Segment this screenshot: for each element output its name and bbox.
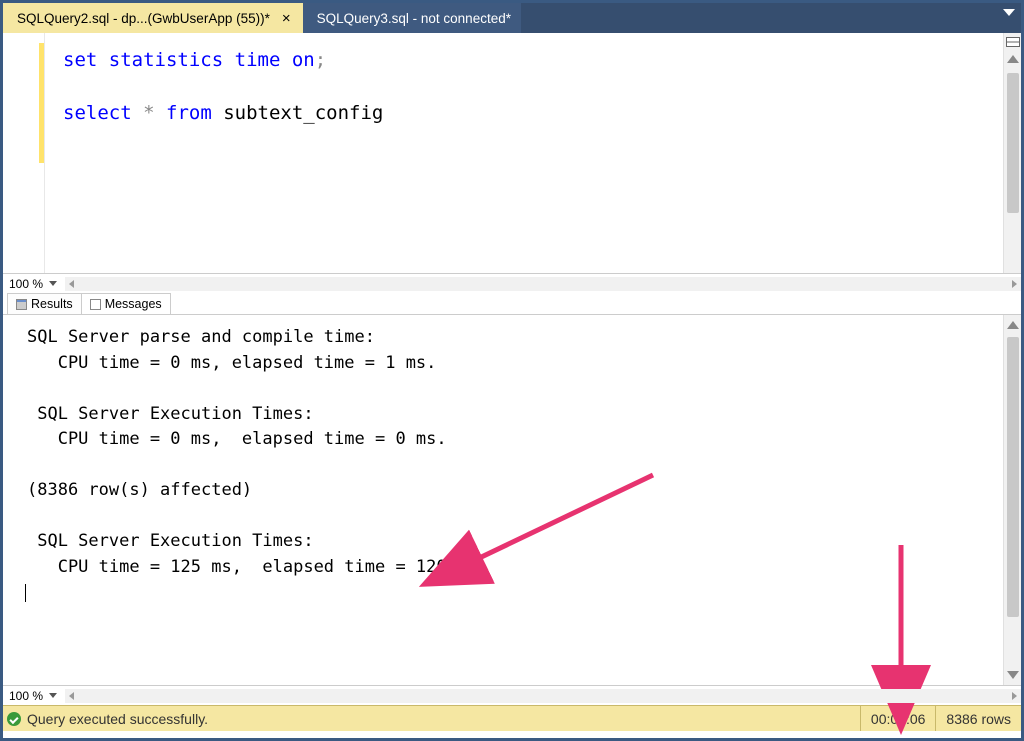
status-elapsed: 00:00:06 [860, 706, 936, 731]
messages-output[interactable]: SQL Server parse and compile time: CPU t… [3, 315, 1003, 685]
scroll-up-icon[interactable] [1007, 321, 1019, 329]
scroll-up-icon[interactable] [1007, 55, 1019, 63]
vertical-scrollbar[interactable] [1003, 315, 1021, 685]
document-tab-active[interactable]: SQLQuery2.sql - dp...(GwbUserApp (55))* … [3, 3, 303, 33]
scroll-thumb[interactable] [1007, 73, 1019, 213]
scroll-left-icon[interactable] [69, 280, 74, 288]
split-pane-icon[interactable] [1006, 37, 1020, 47]
horizontal-scrollbar[interactable] [65, 277, 1021, 291]
scroll-down-icon[interactable] [1007, 671, 1019, 679]
tab-results[interactable]: Results [7, 293, 82, 314]
tab-messages[interactable]: Messages [81, 293, 171, 314]
messages-pane: SQL Server parse and compile time: CPU t… [3, 315, 1021, 685]
grid-icon [16, 299, 27, 310]
messages-zoom-bar: 100 % [3, 685, 1021, 705]
document-tab-bar: SQLQuery2.sql - dp...(GwbUserApp (55))* … [3, 3, 1021, 33]
horizontal-scrollbar[interactable] [65, 689, 1021, 703]
success-icon [7, 712, 21, 726]
close-icon[interactable]: × [280, 11, 293, 26]
sql-editor-pane: set statistics time on; select * from su… [3, 33, 1021, 273]
zoom-level[interactable]: 100 % [3, 689, 43, 703]
scroll-right-icon[interactable] [1012, 692, 1017, 700]
chevron-down-icon[interactable] [49, 693, 57, 698]
sql-editor[interactable]: set statistics time on; select * from su… [45, 33, 1003, 273]
scroll-right-icon[interactable] [1012, 280, 1017, 288]
scroll-thumb[interactable] [1007, 337, 1019, 617]
editor-gutter [3, 33, 45, 273]
tab-label: Messages [105, 297, 162, 311]
zoom-level[interactable]: 100 % [3, 277, 43, 291]
vertical-scrollbar[interactable] [1003, 33, 1021, 273]
document-tab[interactable]: SQLQuery3.sql - not connected* [303, 3, 521, 33]
editor-zoom-bar: 100 % [3, 273, 1021, 293]
status-row-count: 8386 rows [935, 706, 1021, 731]
results-tab-bar: Results Messages [3, 293, 1021, 315]
status-message: Query executed successfully. [27, 711, 208, 727]
message-icon [90, 299, 101, 310]
tab-label: Results [31, 297, 73, 311]
scroll-left-icon[interactable] [69, 692, 74, 700]
change-marker [39, 43, 44, 163]
tab-label: SQLQuery2.sql - dp...(GwbUserApp (55))* [17, 11, 270, 26]
chevron-down-icon[interactable] [49, 281, 57, 286]
tab-label: SQLQuery3.sql - not connected* [317, 11, 511, 26]
status-bar: Query executed successfully. 00:00:06 83… [3, 705, 1021, 731]
tab-overflow-dropdown-icon[interactable] [1003, 9, 1015, 16]
